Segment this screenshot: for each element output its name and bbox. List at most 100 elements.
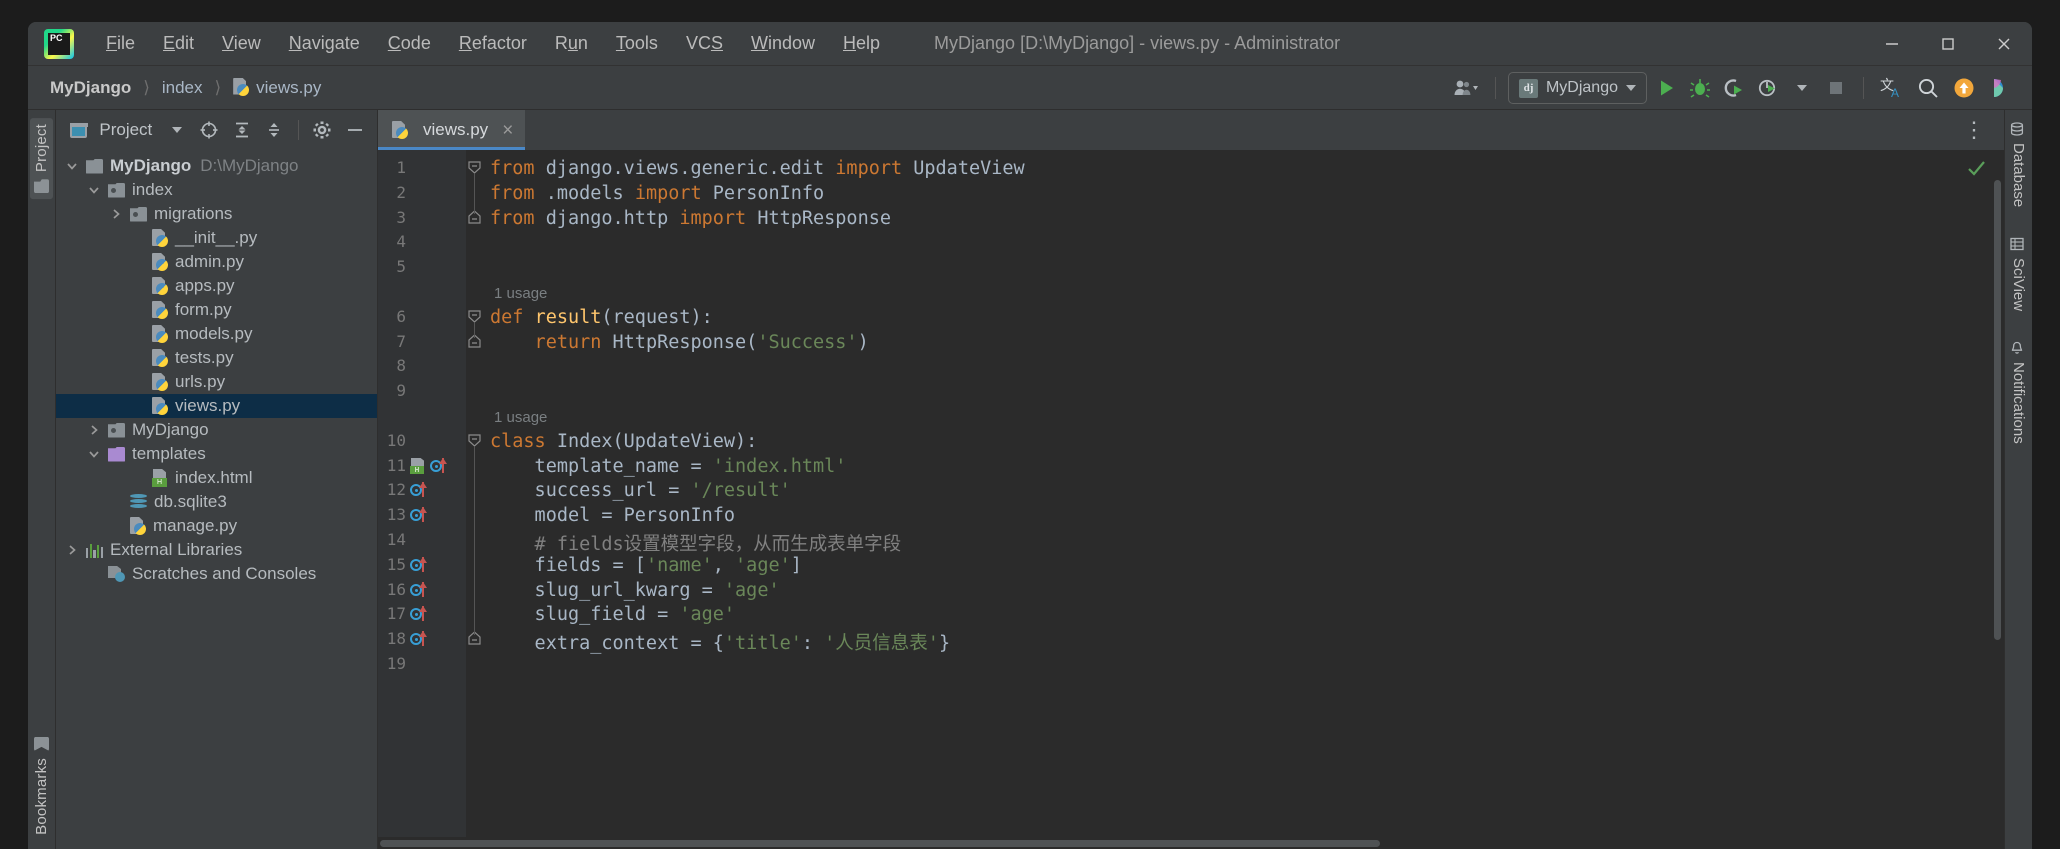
- tree-item-external-libraries[interactable]: External Libraries: [56, 538, 377, 562]
- tree-item---init---py[interactable]: __init__.py: [56, 226, 377, 250]
- menu-item-code[interactable]: Code: [374, 29, 445, 58]
- overridden-member-icon[interactable]: [410, 481, 430, 499]
- gutter-markers[interactable]: [410, 630, 460, 648]
- code-line[interactable]: success_url = '/result': [490, 480, 791, 501]
- code-inlay-hint[interactable]: 1 usage: [490, 406, 547, 427]
- overridden-member-icon[interactable]: [410, 630, 430, 648]
- chevron-right-icon[interactable]: [64, 542, 80, 558]
- sidebar-item-database[interactable]: Database: [2007, 118, 2030, 211]
- gutter-markers[interactable]: [410, 605, 460, 623]
- menu-item-edit[interactable]: Edit: [149, 29, 208, 58]
- code-line[interactable]: slug_url_kwarg = 'age': [490, 580, 780, 601]
- user-accounts-icon[interactable]: [1449, 72, 1483, 104]
- chevron-down-icon[interactable]: [86, 446, 102, 462]
- tree-item-apps-py[interactable]: apps.py: [56, 274, 377, 298]
- code-inlay-hint[interactable]: 1 usage: [490, 282, 547, 303]
- sidebar-item-project[interactable]: Project: [30, 118, 53, 200]
- menu-item-help[interactable]: Help: [829, 29, 894, 58]
- gutter-markers[interactable]: [410, 481, 460, 499]
- run-icon[interactable]: [1651, 72, 1681, 104]
- sidebar-item-sciview[interactable]: SciView: [2007, 233, 2030, 315]
- no-problems-check-icon[interactable]: [1966, 158, 1986, 184]
- editor-vertical-scrollbar[interactable]: [1991, 150, 2004, 849]
- tree-item-form-py[interactable]: form.py: [56, 298, 377, 322]
- code-line[interactable]: template_name = 'index.html': [490, 456, 847, 477]
- minimize-icon[interactable]: [1864, 22, 1920, 66]
- gutter-markers[interactable]: [410, 581, 460, 599]
- code-line[interactable]: from .models import PersonInfo: [490, 183, 824, 204]
- usage-count-hint[interactable]: 1 usage: [494, 409, 547, 426]
- code-line[interactable]: fields = ['name', 'age']: [490, 555, 802, 576]
- chevron-right-icon[interactable]: [108, 206, 124, 222]
- search-everywhere-icon[interactable]: [1912, 72, 1944, 104]
- breadcrumb-item-mydjango[interactable]: MyDjango: [46, 76, 135, 100]
- code-line[interactable]: class Index(UpdateView):: [490, 431, 757, 452]
- usage-count-hint[interactable]: 1 usage: [494, 285, 547, 302]
- menu-item-refactor[interactable]: Refactor: [445, 29, 541, 58]
- menu-item-view[interactable]: View: [208, 29, 275, 58]
- sidebar-item-bookmarks[interactable]: Bookmarks: [30, 731, 53, 841]
- html-file-icon[interactable]: H: [410, 457, 427, 474]
- tree-item-scratches-and-consoles[interactable]: Scratches and Consoles: [56, 562, 377, 586]
- fold-collapse-icon[interactable]: [467, 433, 482, 448]
- project-view-dropdown-icon[interactable]: [162, 115, 191, 145]
- code-editor[interactable]: 1 2 3 4 5 6 7 8 9 10 11 H 12 13 14 15 16 17 18 19 from djan…: [378, 150, 2004, 849]
- menu-item-file[interactable]: File: [92, 29, 149, 58]
- tab-views-py[interactable]: views.py ×: [378, 110, 526, 150]
- tree-item-manage-py[interactable]: manage.py: [56, 514, 377, 538]
- breadcrumb-item-index[interactable]: index: [158, 76, 207, 100]
- code-line[interactable]: slug_field = 'age': [490, 604, 736, 625]
- run-with-coverage-icon[interactable]: [1719, 72, 1749, 104]
- more-options-icon[interactable]: ⋮: [1953, 119, 1996, 141]
- tree-item-migrations[interactable]: migrations: [56, 202, 377, 226]
- menu-item-window[interactable]: Window: [737, 29, 829, 58]
- tree-item-mydjango[interactable]: MyDjango: [56, 418, 377, 442]
- maximize-icon[interactable]: [1920, 22, 1976, 66]
- debug-icon[interactable]: [1685, 72, 1715, 104]
- gutter-markers[interactable]: [410, 556, 460, 574]
- chevron-down-icon[interactable]: [86, 182, 102, 198]
- scrollbar-thumb[interactable]: [1994, 180, 2001, 640]
- update-project-icon[interactable]: [1948, 72, 1980, 104]
- overridden-member-icon[interactable]: [410, 605, 430, 623]
- menu-item-navigate[interactable]: Navigate: [275, 29, 374, 58]
- breadcrumb-item-views-py[interactable]: views.py: [229, 76, 325, 100]
- tree-item-index[interactable]: index: [56, 178, 377, 202]
- editor-horizontal-scrollbar[interactable]: [378, 837, 2004, 849]
- editor-gutter[interactable]: 1 2 3 4 5 6 7 8 9 10 11 H 12 13 14 15 16 17 18 19: [378, 150, 466, 849]
- settings-gear-icon[interactable]: [308, 115, 337, 145]
- code-line[interactable]: extra_context = {'title': '人员信息表'}: [490, 629, 951, 655]
- select-opened-file-icon[interactable]: [195, 115, 224, 145]
- chevron-down-icon[interactable]: [64, 158, 80, 174]
- close-tab-icon[interactable]: ×: [502, 121, 513, 140]
- translate-icon[interactable]: 文 A: [1876, 72, 1908, 104]
- tree-item-index-html[interactable]: Hindex.html: [56, 466, 377, 490]
- overridden-member-icon[interactable]: [410, 556, 430, 574]
- menu-item-vcs[interactable]: VCS: [672, 29, 737, 58]
- code-line[interactable]: def result(request):: [490, 307, 713, 328]
- collapse-all-icon[interactable]: [260, 115, 289, 145]
- gutter-markers[interactable]: [410, 506, 460, 524]
- tree-item-urls-py[interactable]: urls.py: [56, 370, 377, 394]
- profiler-icon[interactable]: [1753, 72, 1783, 104]
- tree-item-views-py[interactable]: views.py: [56, 394, 377, 418]
- overridden-member-icon[interactable]: [430, 457, 450, 475]
- menu-item-tools[interactable]: Tools: [602, 29, 672, 58]
- gutter-markers[interactable]: H: [410, 457, 460, 475]
- run-configuration-selector[interactable]: dj MyDjango: [1507, 72, 1647, 104]
- stop-icon[interactable]: [1821, 72, 1851, 104]
- h-scrollbar-thumb[interactable]: [380, 840, 1380, 847]
- overridden-member-icon[interactable]: [410, 506, 430, 524]
- code-line[interactable]: from django.http import HttpResponse: [490, 208, 891, 229]
- expand-all-icon[interactable]: [228, 115, 257, 145]
- code-line[interactable]: model = PersonInfo: [490, 505, 736, 526]
- tree-item-mydjango[interactable]: MyDjango D:\MyDjango: [56, 154, 377, 178]
- sidebar-item-notifications[interactable]: Notifications: [2007, 337, 2030, 448]
- tree-item-models-py[interactable]: models.py: [56, 322, 377, 346]
- overridden-member-icon[interactable]: [410, 581, 430, 599]
- project-tree[interactable]: MyDjango D:\MyDjango index migrations __init…: [56, 150, 377, 849]
- tree-item-tests-py[interactable]: tests.py: [56, 346, 377, 370]
- fold-column[interactable]: [466, 150, 484, 849]
- profiler-dropdown-icon[interactable]: [1787, 72, 1817, 104]
- chevron-right-icon[interactable]: [86, 422, 102, 438]
